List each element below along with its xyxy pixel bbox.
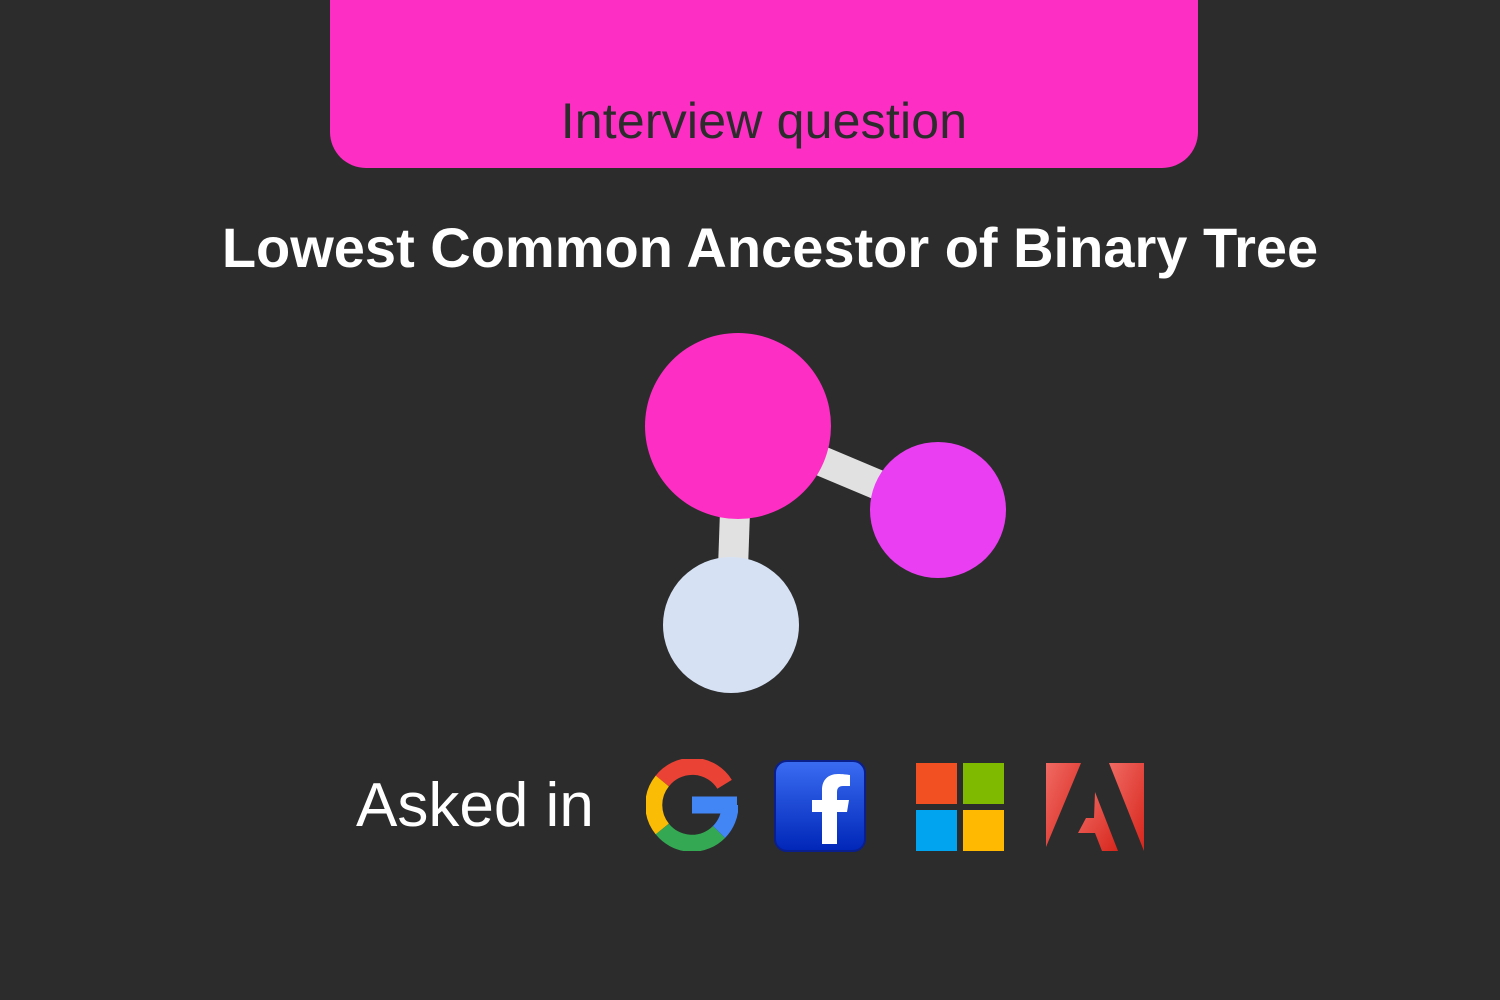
banner-label: Interview question bbox=[560, 93, 968, 149]
tree-node-right-child bbox=[870, 442, 1006, 578]
binary-tree-illustration bbox=[645, 333, 1006, 693]
google-logo-icon bbox=[646, 759, 738, 851]
tree-node-root bbox=[645, 333, 831, 519]
header-banner: Interview question bbox=[330, 0, 1198, 168]
asked-in-label: Asked in bbox=[356, 771, 594, 840]
tree-node-left-child bbox=[663, 557, 799, 693]
adobe-logo-icon bbox=[1046, 763, 1144, 851]
facebook-logo-icon bbox=[774, 760, 866, 852]
page-title: Lowest Common Ancestor of Binary Tree bbox=[221, 216, 1319, 279]
microsoft-logo-icon bbox=[916, 763, 1004, 851]
